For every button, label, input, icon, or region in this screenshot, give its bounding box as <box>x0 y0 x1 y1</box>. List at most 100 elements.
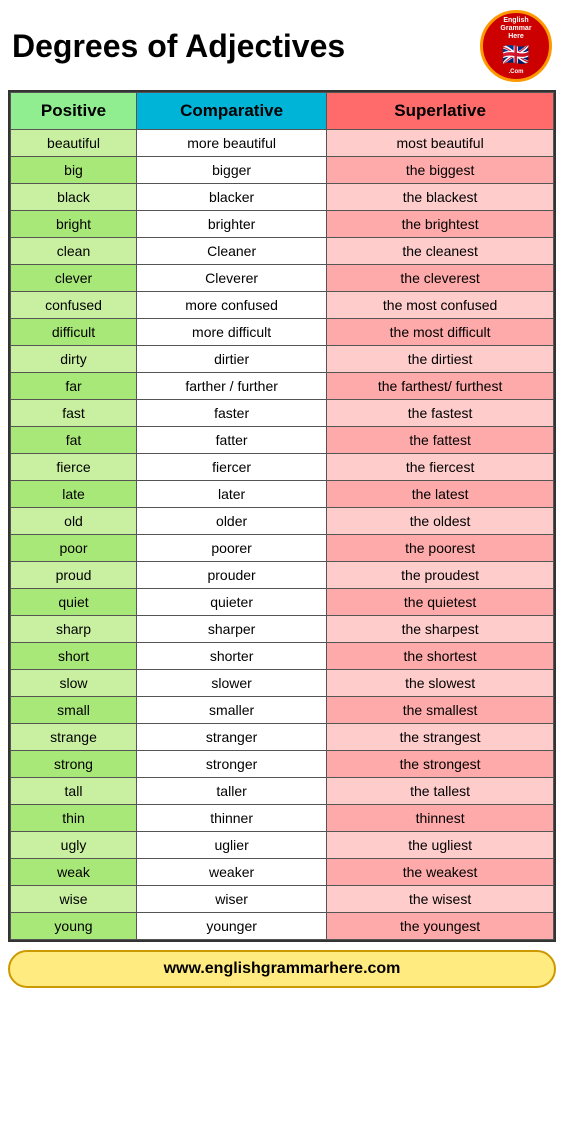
cell-comparative: bigger <box>137 157 327 184</box>
cell-positive: beautiful <box>11 130 137 157</box>
cell-positive: strange <box>11 724 137 751</box>
cell-comparative: slower <box>137 670 327 697</box>
table-header-row: Positive Comparative Superlative <box>11 93 554 130</box>
cell-superlative: the fattest <box>327 427 554 454</box>
cell-comparative: brighter <box>137 211 327 238</box>
cell-comparative: dirtier <box>137 346 327 373</box>
logo-text-bottom: .Com <box>508 69 523 75</box>
page-title: Degrees of Adjectives <box>12 28 480 65</box>
footer-bar: www.englishgrammarhere.com <box>8 950 556 988</box>
table-row: latelaterthe latest <box>11 481 554 508</box>
cell-positive: slow <box>11 670 137 697</box>
cell-positive: thin <box>11 805 137 832</box>
cell-comparative: stranger <box>137 724 327 751</box>
cell-positive: strong <box>11 751 137 778</box>
cell-comparative: thinner <box>137 805 327 832</box>
cell-positive: sharp <box>11 616 137 643</box>
table-row: confusedmore confusedthe most confused <box>11 292 554 319</box>
header-superlative: Superlative <box>327 93 554 130</box>
cell-comparative: blacker <box>137 184 327 211</box>
table-row: strongstrongerthe strongest <box>11 751 554 778</box>
header-comparative: Comparative <box>137 93 327 130</box>
table-row: fatfatterthe fattest <box>11 427 554 454</box>
cell-positive: young <box>11 913 137 940</box>
adjectives-table: Positive Comparative Superlative beautif… <box>10 92 554 940</box>
cell-superlative: the biggest <box>327 157 554 184</box>
cell-superlative: the most difficult <box>327 319 554 346</box>
cell-superlative: the fastest <box>327 400 554 427</box>
table-row: farfarther / furtherthe farthest/ furthe… <box>11 373 554 400</box>
cell-comparative: weaker <box>137 859 327 886</box>
cell-superlative: the cleverest <box>327 265 554 292</box>
table-row: blackblackerthe blackest <box>11 184 554 211</box>
cell-positive: big <box>11 157 137 184</box>
cell-comparative: smaller <box>137 697 327 724</box>
cell-superlative: the latest <box>327 481 554 508</box>
table-row: quietquieterthe quietest <box>11 589 554 616</box>
cell-superlative: the smallest <box>327 697 554 724</box>
cell-positive: ugly <box>11 832 137 859</box>
table-row: difficultmore difficultthe most difficul… <box>11 319 554 346</box>
cell-comparative: more confused <box>137 292 327 319</box>
cell-comparative: more difficult <box>137 319 327 346</box>
cell-positive: short <box>11 643 137 670</box>
page: Degrees of Adjectives EnglishGrammarHere… <box>0 0 564 998</box>
cell-positive: black <box>11 184 137 211</box>
table-row: poorpoorerthe poorest <box>11 535 554 562</box>
cell-positive: fierce <box>11 454 137 481</box>
cell-positive: confused <box>11 292 137 319</box>
cell-comparative: prouder <box>137 562 327 589</box>
table-row: oldolderthe oldest <box>11 508 554 535</box>
table-row: fiercefiercerthe fiercest <box>11 454 554 481</box>
cell-positive: weak <box>11 859 137 886</box>
cell-positive: bright <box>11 211 137 238</box>
table-row: smallsmallerthe smallest <box>11 697 554 724</box>
cell-comparative: poorer <box>137 535 327 562</box>
table-row: sharpsharperthe sharpest <box>11 616 554 643</box>
cell-comparative: Cleaner <box>137 238 327 265</box>
table-row: dirtydirtierthe dirtiest <box>11 346 554 373</box>
cell-positive: poor <box>11 535 137 562</box>
cell-comparative: quieter <box>137 589 327 616</box>
cell-superlative: the farthest/ furthest <box>327 373 554 400</box>
cell-comparative: sharper <box>137 616 327 643</box>
cell-positive: clever <box>11 265 137 292</box>
cell-positive: quiet <box>11 589 137 616</box>
cell-superlative: the blackest <box>327 184 554 211</box>
cell-superlative: the poorest <box>327 535 554 562</box>
cell-superlative: most beautiful <box>327 130 554 157</box>
logo-flag: 🇬🇧 <box>502 42 529 68</box>
logo: EnglishGrammarHere 🇬🇧 .Com <box>480 10 552 82</box>
cell-superlative: the tallest <box>327 778 554 805</box>
table-row: strangestrangerthe strangest <box>11 724 554 751</box>
cell-superlative: the most confused <box>327 292 554 319</box>
cell-comparative: taller <box>137 778 327 805</box>
cell-superlative: the oldest <box>327 508 554 535</box>
cell-comparative: stronger <box>137 751 327 778</box>
cell-superlative: the brightest <box>327 211 554 238</box>
cell-comparative: fiercer <box>137 454 327 481</box>
table-row: slowslowerthe slowest <box>11 670 554 697</box>
cell-comparative: uglier <box>137 832 327 859</box>
cell-positive: far <box>11 373 137 400</box>
cell-superlative: the sharpest <box>327 616 554 643</box>
cell-comparative: fatter <box>137 427 327 454</box>
table-row: beautifulmore beautifulmost beautiful <box>11 130 554 157</box>
cell-comparative: farther / further <box>137 373 327 400</box>
table-row: talltallerthe tallest <box>11 778 554 805</box>
cell-positive: proud <box>11 562 137 589</box>
cell-comparative: faster <box>137 400 327 427</box>
table-row: shortshorterthe shortest <box>11 643 554 670</box>
adjectives-table-wrapper: Positive Comparative Superlative beautif… <box>8 90 556 942</box>
cell-positive: fat <box>11 427 137 454</box>
cell-superlative: the wisest <box>327 886 554 913</box>
cell-positive: tall <box>11 778 137 805</box>
cell-comparative: shorter <box>137 643 327 670</box>
cell-positive: late <box>11 481 137 508</box>
table-row: bigbiggerthe biggest <box>11 157 554 184</box>
cell-comparative: older <box>137 508 327 535</box>
logo-text-top: EnglishGrammarHere <box>500 17 531 40</box>
cell-superlative: the weakest <box>327 859 554 886</box>
cell-superlative: the quietest <box>327 589 554 616</box>
cell-positive: old <box>11 508 137 535</box>
